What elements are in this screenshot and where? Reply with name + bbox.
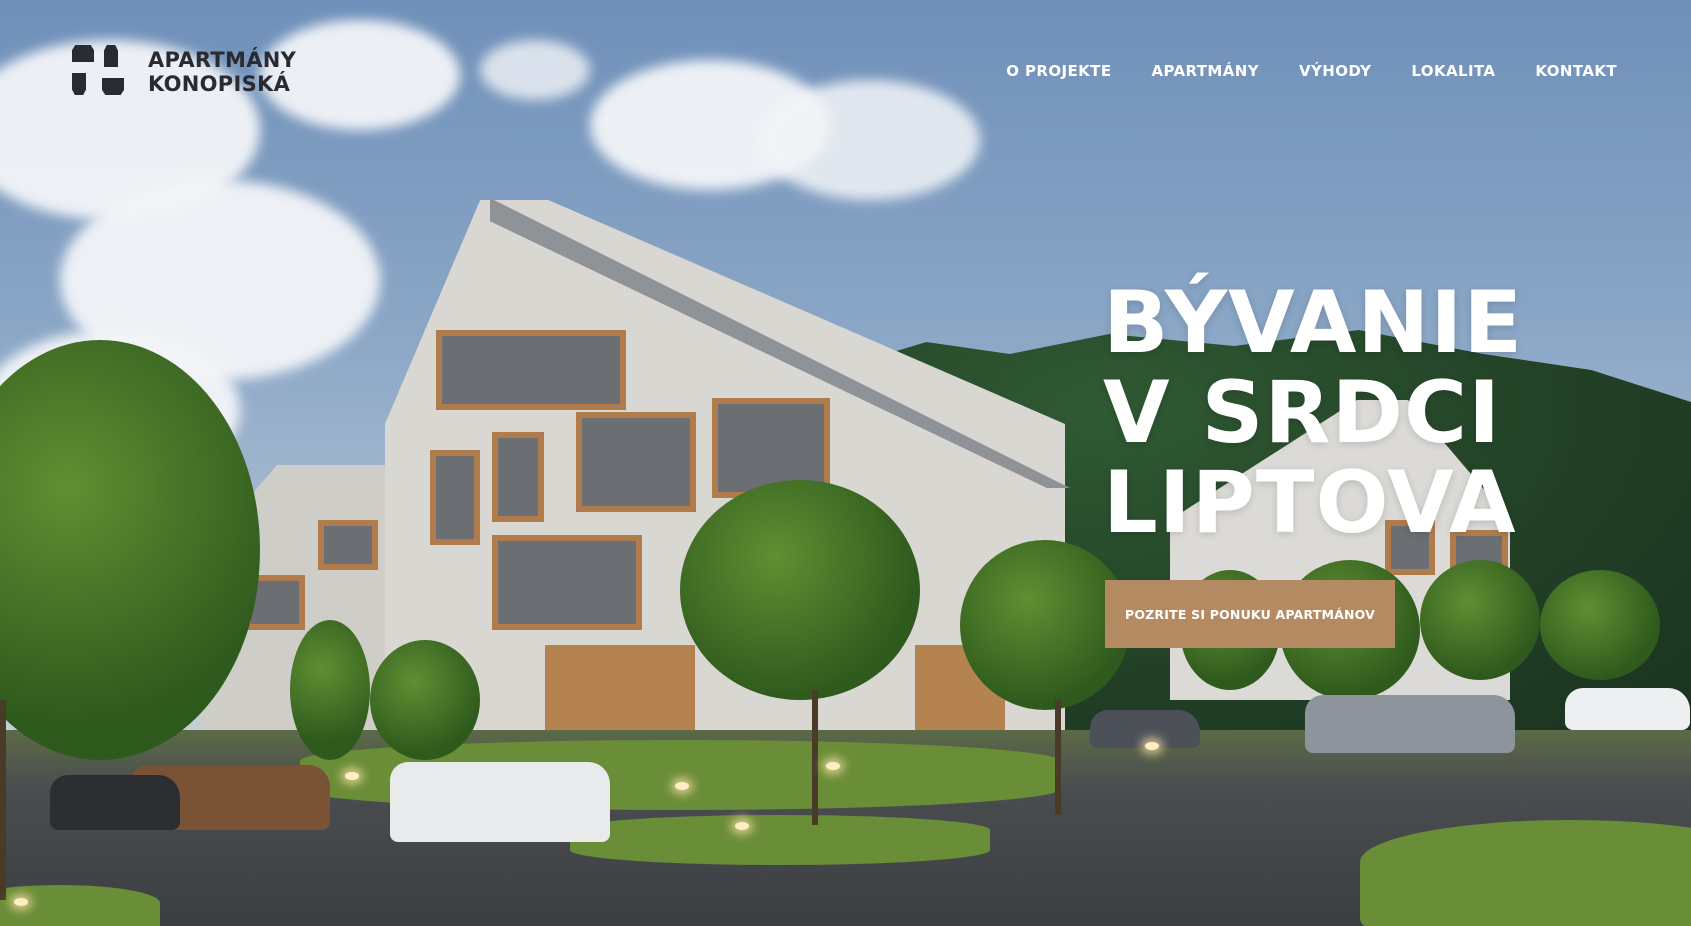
window xyxy=(436,330,626,410)
tree xyxy=(1420,560,1540,680)
lawn xyxy=(570,815,990,865)
nav-item-o-projekte[interactable]: O PROJEKTE xyxy=(1006,62,1111,80)
hero-section: BÝVANIE V SRDCI LIPTOVA xyxy=(1103,278,1523,548)
tree-trunk xyxy=(1055,700,1061,815)
ground-light xyxy=(345,772,359,780)
ground-light xyxy=(675,782,689,790)
tree-trunk xyxy=(812,690,818,825)
ground-light xyxy=(735,822,749,830)
window xyxy=(576,412,696,512)
tree-trunk xyxy=(0,700,6,900)
ground-light xyxy=(14,898,28,906)
main-nav: O PROJEKTE APARTMÁNY VÝHODY LOKALITA KON… xyxy=(1006,62,1617,80)
ground-light xyxy=(1145,742,1159,750)
window xyxy=(430,450,480,545)
tree xyxy=(290,620,370,760)
hero-headline: BÝVANIE V SRDCI LIPTOVA xyxy=(1103,278,1523,548)
hero-headline-line-3: LIPTOVA xyxy=(1103,453,1517,553)
hero-headline-line-1: BÝVANIE xyxy=(1103,273,1524,373)
tree xyxy=(370,640,480,760)
view-apartments-button[interactable]: POZRITE SI PONUKU APARTMÁNOV xyxy=(1105,580,1395,648)
logo-text: APARTMÁNY KONOPISKÁ xyxy=(148,48,296,96)
window xyxy=(492,432,544,522)
nav-item-kontakt[interactable]: KONTAKT xyxy=(1535,62,1617,80)
lawn xyxy=(1360,820,1691,926)
logo-line-1: APARTMÁNY xyxy=(148,48,297,72)
tree xyxy=(680,480,920,700)
site-header: APARTMÁNY KONOPISKÁ O PROJEKTE APARTMÁNY… xyxy=(0,0,1691,150)
nav-item-apartmany[interactable]: APARTMÁNY xyxy=(1151,62,1259,80)
car xyxy=(1090,710,1200,748)
site-logo[interactable]: APARTMÁNY KONOPISKÁ xyxy=(72,45,296,99)
logo-mark-icon xyxy=(72,45,126,99)
ground-light xyxy=(826,762,840,770)
logo-line-2: KONOPISKÁ xyxy=(148,72,291,96)
hero-headline-line-2: V SRDCI xyxy=(1103,363,1502,463)
car xyxy=(1565,688,1690,730)
window xyxy=(318,520,378,570)
tree xyxy=(1540,570,1660,680)
car xyxy=(1305,695,1515,753)
car xyxy=(50,775,180,830)
window xyxy=(492,535,642,630)
nav-item-vyhody[interactable]: VÝHODY xyxy=(1299,62,1371,80)
car xyxy=(390,762,610,842)
nav-item-lokalita[interactable]: LOKALITA xyxy=(1411,62,1495,80)
